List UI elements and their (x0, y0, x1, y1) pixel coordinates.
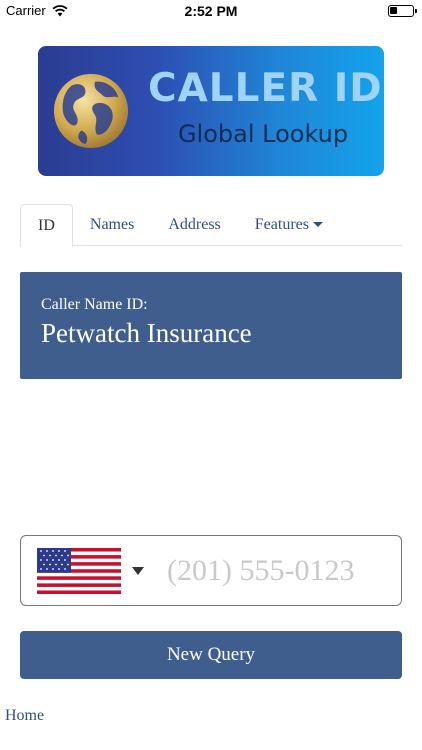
caller-name-value: Petwatch Insurance (41, 318, 252, 348)
caller-name-label: Caller Name ID: (41, 296, 148, 313)
new-query-button[interactable]: New Query (20, 631, 402, 679)
tab-features-dropdown[interactable]: Features (238, 204, 340, 246)
tab-features-label: Features (254, 216, 309, 233)
caller-result-card: Caller Name ID: Petwatch Insurance (20, 272, 402, 379)
lookup-tabs: ID Names Address Features (20, 204, 402, 247)
us-flag-icon (37, 548, 121, 594)
status-time: 2:52 PM (184, 3, 238, 19)
brand-subtitle: Global Lookup (177, 120, 349, 148)
phone-number-input[interactable] (167, 546, 393, 596)
battery-icon (388, 5, 417, 17)
app-logo-banner: CALLER ID Global Lookup (38, 46, 384, 176)
tab-address-label: Address (168, 216, 221, 233)
dropdown-arrow-icon (132, 567, 144, 575)
tab-id-label: ID (38, 217, 55, 234)
tab-names-label: Names (89, 216, 135, 233)
phone-input-group (20, 535, 402, 606)
status-bar: Carrier 2:52 PM (0, 0, 422, 22)
tab-address[interactable]: Address (151, 204, 237, 246)
brand-title: CALLER ID (148, 66, 383, 111)
globe-icon (53, 73, 129, 149)
caret-down-icon (312, 221, 323, 227)
tab-id[interactable]: ID (20, 204, 73, 247)
tab-names[interactable]: Names (73, 204, 151, 246)
home-link[interactable]: Home (5, 707, 44, 725)
country-select[interactable] (21, 536, 151, 605)
battery-level (390, 7, 398, 14)
